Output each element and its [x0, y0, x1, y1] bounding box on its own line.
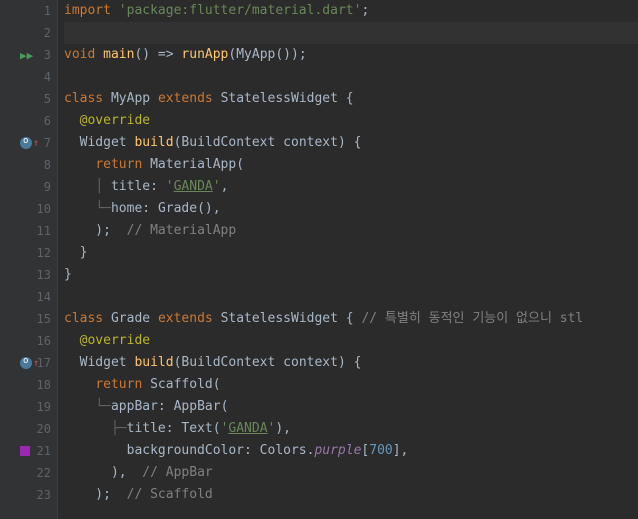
line-number: 8	[33, 158, 51, 172]
line-number: 22	[33, 466, 51, 480]
gutter-row[interactable]: 6	[0, 110, 57, 132]
code-line[interactable]: ); // MaterialApp	[64, 220, 638, 242]
code-line[interactable]: └─home: Grade(),	[64, 198, 638, 220]
code-line[interactable]: @override	[64, 330, 638, 352]
code-line[interactable]: class Grade extends StatelessWidget { //…	[64, 308, 638, 330]
code-line[interactable]: }	[64, 242, 638, 264]
override-icon[interactable]: ↑	[20, 357, 39, 369]
gutter-row[interactable]: 4	[0, 66, 57, 88]
line-number: 18	[33, 378, 51, 392]
line-number: 19	[33, 400, 51, 414]
gutter-row[interactable]: ↑17	[0, 352, 57, 374]
color-swatch-icon[interactable]	[20, 446, 30, 456]
line-number: 6	[33, 114, 51, 128]
line-number: 13	[33, 268, 51, 282]
code-editor: 12▶▶3456↑78910111213141516↑1718192021222…	[0, 0, 638, 519]
gutter-row[interactable]: ↑7	[0, 132, 57, 154]
gutter: 12▶▶3456↑78910111213141516↑1718192021222…	[0, 0, 58, 519]
gutter-row[interactable]: 13	[0, 264, 57, 286]
code-area[interactable]: import 'package:flutter/material.dart'; v…	[58, 0, 638, 519]
gutter-row[interactable]: 15	[0, 308, 57, 330]
gutter-row[interactable]: 22	[0, 462, 57, 484]
gutter-row[interactable]: 10	[0, 198, 57, 220]
code-line[interactable]	[64, 66, 638, 88]
code-line[interactable]: return MaterialApp(	[64, 154, 638, 176]
gutter-row[interactable]: 21	[0, 440, 57, 462]
code-line[interactable]: ├─title: Text('GANDA'),	[64, 418, 638, 440]
code-line[interactable]	[64, 286, 638, 308]
gutter-row[interactable]: 1	[0, 0, 57, 22]
gutter-row[interactable]: 5	[0, 88, 57, 110]
code-line[interactable]: └─appBar: AppBar(	[64, 396, 638, 418]
gutter-row[interactable]: 20	[0, 418, 57, 440]
code-line[interactable]: │ title: 'GANDA',	[64, 176, 638, 198]
line-number: 1	[33, 4, 51, 18]
gutter-row[interactable]: 16	[0, 330, 57, 352]
line-number: 3	[33, 48, 51, 62]
line-number: 10	[33, 202, 51, 216]
code-line[interactable]: Widget build(BuildContext context) {	[64, 352, 638, 374]
code-line[interactable]: return Scaffold(	[64, 374, 638, 396]
gutter-row[interactable]: 14	[0, 286, 57, 308]
override-icon[interactable]: ↑	[20, 137, 39, 149]
line-number: 2	[33, 26, 51, 40]
line-number: 23	[33, 488, 51, 502]
gutter-row[interactable]: 8	[0, 154, 57, 176]
gutter-row[interactable]: 18	[0, 374, 57, 396]
line-number: 5	[33, 92, 51, 106]
line-number: 21	[33, 444, 51, 458]
gutter-row[interactable]: 9	[0, 176, 57, 198]
code-line[interactable]: void main() => runApp(MyApp());	[64, 44, 638, 66]
line-number: 20	[33, 422, 51, 436]
gutter-row[interactable]: 23	[0, 484, 57, 506]
line-number: 16	[33, 334, 51, 348]
run-icon[interactable]: ▶▶	[20, 49, 33, 62]
code-line[interactable]: class MyApp extends StatelessWidget {	[64, 88, 638, 110]
code-line[interactable]: ), // AppBar	[64, 462, 638, 484]
code-line[interactable]: import 'package:flutter/material.dart';	[64, 0, 638, 22]
code-line[interactable]: ); // Scaffold	[64, 484, 638, 506]
code-line[interactable]	[64, 22, 638, 44]
line-number: 14	[33, 290, 51, 304]
line-number: 15	[33, 312, 51, 326]
code-line[interactable]: backgroundColor: Colors.purple[700],	[64, 440, 638, 462]
code-line[interactable]: @override	[64, 110, 638, 132]
line-number: 11	[33, 224, 51, 238]
gutter-row[interactable]: 2	[0, 22, 57, 44]
line-number: 12	[33, 246, 51, 260]
gutter-row[interactable]: 19	[0, 396, 57, 418]
gutter-row[interactable]: 12	[0, 242, 57, 264]
code-line[interactable]: Widget build(BuildContext context) {	[64, 132, 638, 154]
code-line[interactable]: }	[64, 264, 638, 286]
gutter-row[interactable]: 11	[0, 220, 57, 242]
line-number: 9	[33, 180, 51, 194]
line-number: 4	[33, 70, 51, 84]
gutter-row[interactable]: ▶▶3	[0, 44, 57, 66]
